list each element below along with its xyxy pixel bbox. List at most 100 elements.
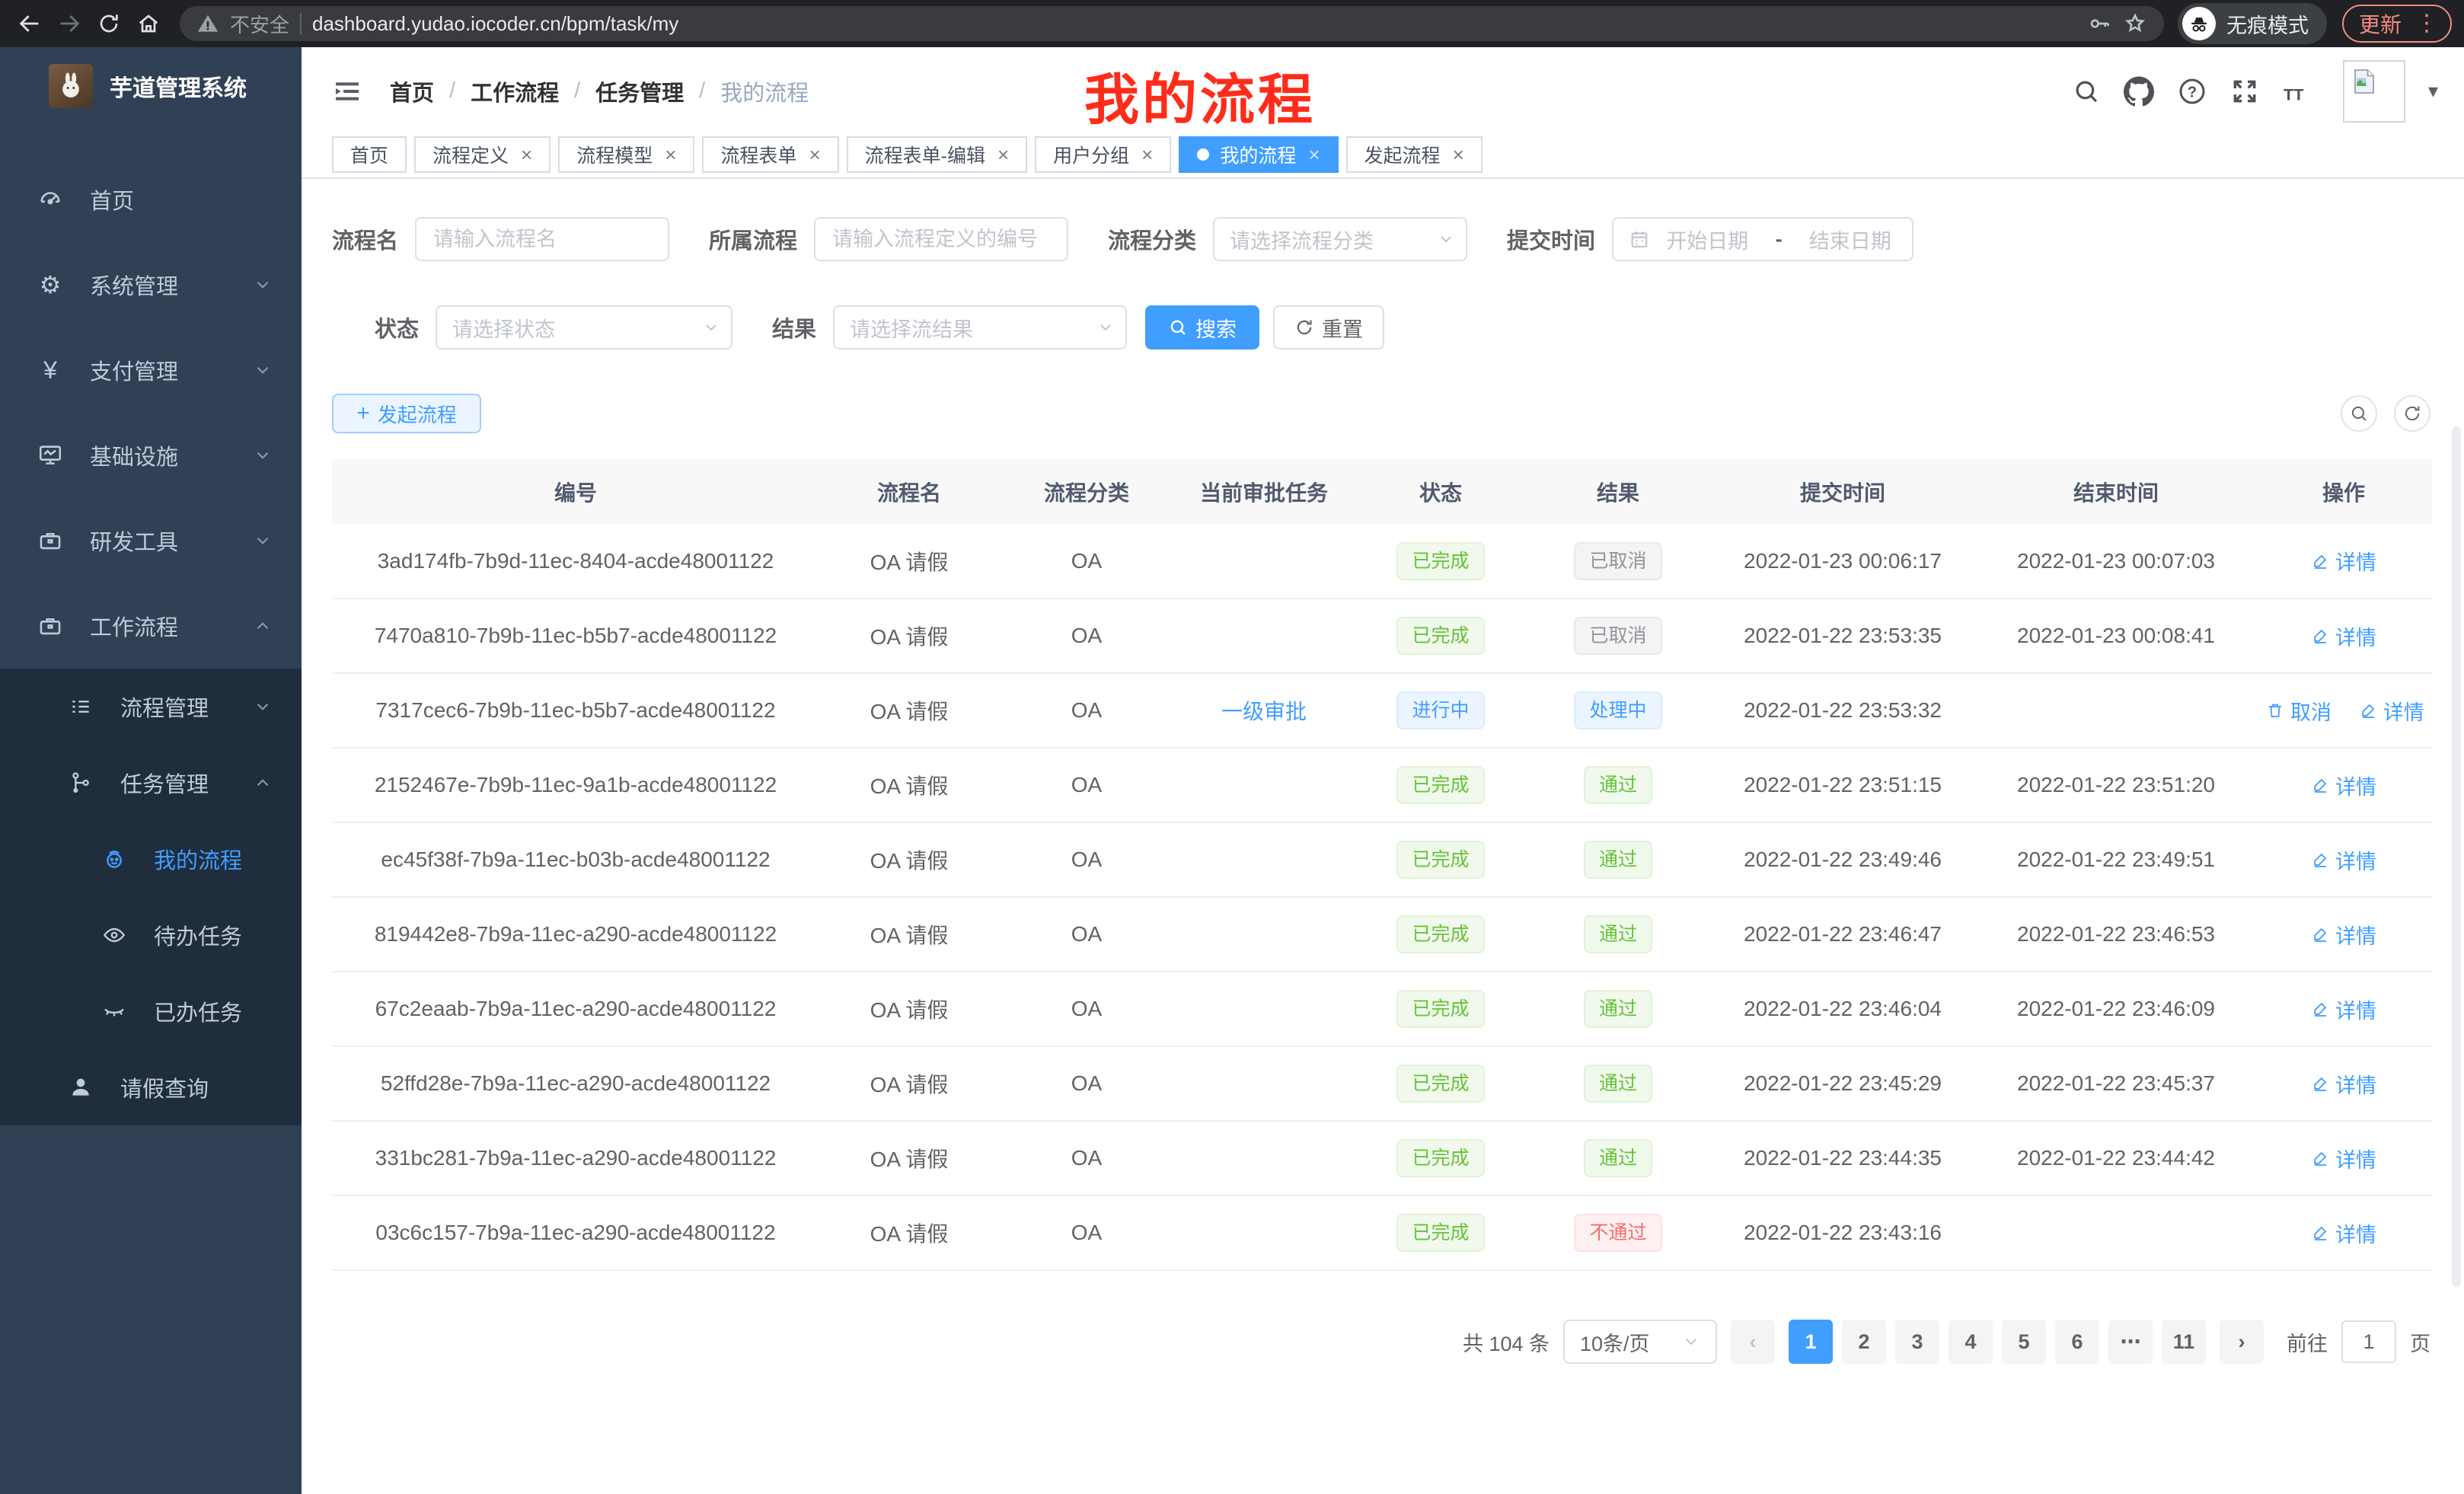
create-process-button[interactable]: + 发起流程	[332, 394, 481, 433]
sidebar-item-system[interactable]: ⚙ 系统管理	[0, 242, 302, 327]
tab[interactable]: 用户分组 ×	[1035, 136, 1171, 173]
prev-page-button[interactable]: ‹	[1731, 1320, 1775, 1364]
reset-button[interactable]: 重置	[1273, 305, 1384, 350]
search-button[interactable]: 搜索	[1145, 305, 1259, 350]
page-button[interactable]: 3	[1895, 1320, 1939, 1364]
status-select[interactable]: 请选择状态	[436, 305, 732, 350]
tab-close-icon[interactable]: ×	[521, 143, 532, 167]
sidebar-item-home[interactable]: 首页	[0, 157, 302, 242]
sidebar-item-task-mgmt[interactable]: 任务管理	[0, 745, 302, 821]
tab[interactable]: 流程定义 ×	[414, 136, 551, 173]
tab-close-icon[interactable]: ×	[1453, 143, 1464, 167]
logo[interactable]: 芋道管理系统	[0, 47, 302, 125]
cell-id: 03c6c157-7b9a-11ec-a290-acde48001122	[332, 1196, 819, 1270]
home-icon[interactable]	[131, 6, 166, 41]
tab[interactable]: 流程表单 ×	[702, 136, 838, 173]
tab-close-icon[interactable]: ×	[1141, 143, 1153, 167]
detail-link[interactable]: 详情	[2311, 1144, 2376, 1173]
plus-icon: +	[356, 402, 370, 425]
page-button[interactable]: 4	[1949, 1320, 1993, 1364]
status-badge: 已完成	[1396, 766, 1484, 804]
detail-link[interactable]: 详情	[2311, 845, 2376, 875]
tab[interactable]: 流程表单-编辑 ×	[847, 136, 1028, 173]
scrollbar[interactable]	[2452, 426, 2461, 1287]
detail-link[interactable]: 详情	[2311, 994, 2376, 1024]
tab-close-icon[interactable]: ×	[997, 143, 1009, 167]
chevron-down-icon	[253, 697, 273, 717]
page-button[interactable]: 2	[1842, 1320, 1886, 1364]
tab[interactable]: 首页 ×	[332, 136, 407, 173]
process-name-input[interactable]	[415, 217, 669, 261]
goto-page-input[interactable]	[2341, 1320, 2396, 1363]
breadcrumb-home[interactable]: 首页	[390, 75, 434, 107]
page-button[interactable]: ⋯	[2108, 1320, 2153, 1364]
current-task-link[interactable]: 一级审批	[1221, 700, 1307, 723]
sidebar-collapse-icon[interactable]	[332, 76, 362, 107]
page-button[interactable]: 11	[2162, 1320, 2206, 1364]
detail-link[interactable]: 详情	[2311, 546, 2376, 576]
cancel-link[interactable]: 取消	[2266, 696, 2332, 726]
browser-menu-icon[interactable]: ⋮	[2411, 12, 2443, 35]
sidebar-item-devtools[interactable]: 研发工具	[0, 498, 302, 583]
cell-end-time: 2022-01-22 23:49:51	[1977, 822, 2255, 897]
forward-icon[interactable]	[52, 6, 87, 41]
tab-close-icon[interactable]: ×	[665, 143, 676, 167]
filter-category-label: 流程分类	[1108, 223, 1196, 255]
breadcrumb-workflow[interactable]: 工作流程	[471, 75, 559, 107]
detail-link[interactable]: 详情	[2311, 621, 2376, 651]
avatar-caret-icon[interactable]: ▾	[2428, 79, 2438, 103]
date-range-picker[interactable]: 开始日期 - 结束日期	[1612, 217, 1913, 261]
page-button[interactable]: 6	[2055, 1320, 2099, 1364]
detail-link[interactable]: 详情	[2311, 1218, 2376, 1248]
reload-icon[interactable]	[91, 6, 126, 41]
address-bar[interactable]: 不安全 dashboard.yudao.iocoder.cn/bpm/task/…	[180, 6, 2164, 41]
sidebar-item-payment[interactable]: ¥ 支付管理	[0, 327, 302, 413]
tab-close-icon[interactable]: ×	[1308, 143, 1320, 167]
key-icon[interactable]	[2088, 11, 2112, 36]
toggle-search-icon[interactable]	[2341, 395, 2377, 432]
tab[interactable]: 我的流程 ×	[1179, 136, 1338, 173]
sidebar-item-todo-tasks[interactable]: 待办任务	[0, 897, 302, 973]
refresh-table-icon[interactable]	[2394, 395, 2430, 432]
font-size-icon[interactable]: TT	[2282, 76, 2316, 107]
tab[interactable]: 发起流程 ×	[1346, 136, 1483, 173]
sidebar-item-infra[interactable]: 基础设施	[0, 413, 302, 498]
process-def-input[interactable]	[814, 217, 1068, 261]
result-badge: 通过	[1584, 915, 1652, 953]
breadcrumb-task-mgmt[interactable]: 任务管理	[595, 75, 684, 107]
detail-link[interactable]: 详情	[2311, 920, 2376, 950]
goto-unit: 页	[2410, 1327, 2430, 1357]
github-icon[interactable]	[2124, 76, 2154, 107]
avatar[interactable]	[2343, 60, 2405, 123]
category-select[interactable]: 请选择流程分类	[1213, 217, 1467, 261]
next-page-button[interactable]: ›	[2220, 1320, 2264, 1364]
search-icon[interactable]	[2072, 77, 2101, 106]
chevron-up-icon	[253, 616, 273, 636]
back-icon[interactable]	[12, 6, 47, 41]
help-icon[interactable]: ?	[2177, 76, 2207, 107]
goto-label: 前往	[2287, 1327, 2328, 1357]
sidebar-item-done-tasks[interactable]: 已办任务	[0, 973, 302, 1049]
tab-close-icon[interactable]: ×	[809, 143, 820, 167]
page-button[interactable]: 5	[2002, 1320, 2046, 1364]
detail-link[interactable]: 详情	[2311, 771, 2376, 800]
tab[interactable]: 流程模型 ×	[558, 136, 694, 173]
tab-label: 发起流程	[1364, 141, 1441, 168]
detail-link[interactable]: 详情	[2359, 696, 2424, 726]
edit-pen-icon	[2311, 1224, 2329, 1242]
result-badge: 通过	[1584, 841, 1652, 879]
eye-icon	[101, 923, 128, 947]
cell-end-time: 2022-01-23 00:07:03	[1977, 524, 2255, 599]
page-size-select[interactable]: 10条/页	[1563, 1320, 1717, 1364]
fullscreen-icon[interactable]	[2230, 77, 2259, 106]
sidebar-item-leave-query[interactable]: 请假查询	[0, 1049, 302, 1125]
sidebar-item-workflow[interactable]: 工作流程	[0, 583, 302, 669]
result-select[interactable]: 请选择流结果	[833, 305, 1127, 350]
refresh-icon	[1294, 318, 1314, 337]
sidebar-item-my-process[interactable]: 我的流程	[0, 821, 302, 897]
sidebar-item-process-mgmt[interactable]: 流程管理	[0, 669, 302, 745]
detail-link[interactable]: 详情	[2311, 1069, 2376, 1099]
update-button[interactable]: 更新 ⋮	[2342, 5, 2452, 43]
bookmark-star-icon[interactable]	[2123, 11, 2147, 36]
page-button[interactable]: 1	[1789, 1320, 1833, 1364]
